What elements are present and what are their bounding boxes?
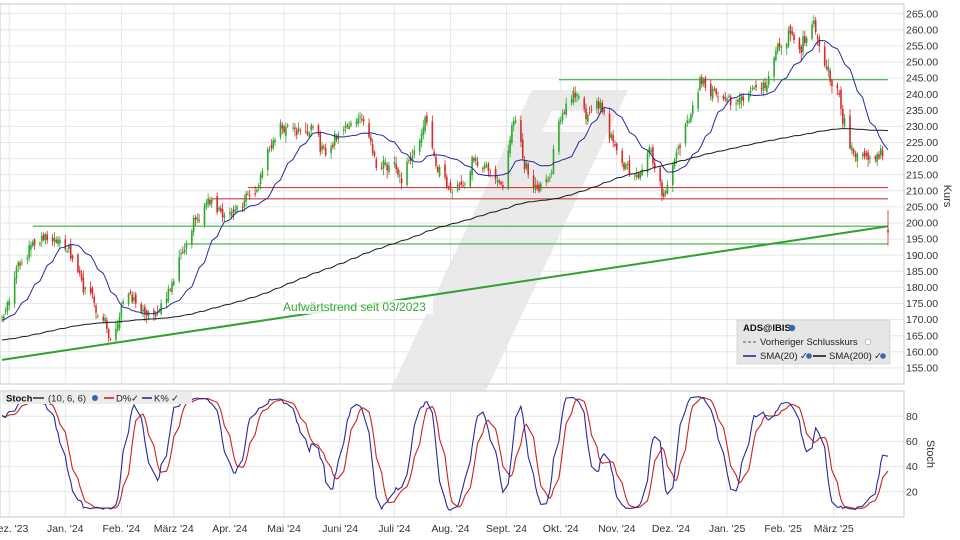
stoch-legend-d: D% bbox=[116, 394, 132, 405]
candle-up bbox=[203, 202, 206, 228]
trendline-label: Aufwärtstrend seit 03/2023 bbox=[283, 300, 426, 314]
price-tick-label: 200.00 bbox=[906, 218, 938, 230]
month-label: Juni '24 bbox=[322, 523, 358, 535]
legend-toggle-icon bbox=[864, 338, 872, 346]
price-tick-label: 240.00 bbox=[906, 89, 938, 101]
month-label: Nov. '24 bbox=[598, 523, 636, 535]
legend-item-prev-close: Vorheriger Schlusskurs bbox=[760, 337, 858, 348]
stoch-tick-label: 20 bbox=[906, 486, 918, 498]
month-label: Feb. '25 bbox=[764, 523, 802, 535]
month-label: Aug. '24 bbox=[431, 523, 469, 535]
month-label: Feb. '24 bbox=[103, 523, 141, 535]
candle-down bbox=[608, 108, 611, 143]
month-label: März '24 bbox=[154, 523, 194, 535]
price-tick-label: 220.00 bbox=[906, 153, 938, 165]
price-tick-label: 225.00 bbox=[906, 137, 938, 149]
price-tick-label: 175.00 bbox=[906, 298, 938, 310]
legend-settings-icon bbox=[806, 353, 812, 359]
stoch-title: Stoch bbox=[6, 394, 33, 405]
month-label: Sept. '24 bbox=[486, 523, 527, 535]
stoch-settings-icon bbox=[92, 395, 98, 401]
candle-down bbox=[319, 130, 322, 156]
month-label: Mai '24 bbox=[267, 523, 301, 535]
legend-title: ADS@IBIS bbox=[743, 323, 791, 334]
legend-item-sma20: SMA(20) bbox=[760, 351, 797, 362]
month-label: Jan. '24 bbox=[47, 523, 84, 535]
price-tick-label: 215.00 bbox=[906, 169, 938, 181]
month-axis: Dez. '23 Jan. '24 Feb. '24 März '24 Apr. '24… bbox=[0, 523, 854, 535]
stoch-params: (10, 6, 6) bbox=[48, 394, 86, 405]
stoch-panel: 20406080StochStoch (10, 6, 6) D% ✓ K% ✓ bbox=[0, 390, 936, 518]
price-tick-label: 230.00 bbox=[906, 121, 938, 133]
price-tick-label: 185.00 bbox=[906, 266, 938, 278]
price-tick-label: 210.00 bbox=[906, 185, 938, 197]
price-tick-label: 180.00 bbox=[906, 282, 938, 294]
candle-up bbox=[699, 75, 701, 92]
month-label: März '25 bbox=[814, 523, 854, 535]
stoch-tick-label: 80 bbox=[906, 411, 918, 423]
stoch-axis-title: Stoch bbox=[924, 440, 936, 468]
stoch-header: Stoch (10, 6, 6) D% ✓ K% ✓ bbox=[2, 392, 192, 405]
candle-down bbox=[77, 253, 79, 274]
month-label: Okt. '24 bbox=[543, 523, 579, 535]
candle-up bbox=[684, 122, 687, 147]
price-tick-label: 250.00 bbox=[906, 57, 938, 69]
stoch-legend-k: K% bbox=[154, 394, 169, 405]
price-tick-label: 195.00 bbox=[906, 234, 938, 246]
price-tick-label: 205.00 bbox=[906, 201, 938, 213]
price-tick-label: 190.00 bbox=[906, 250, 938, 262]
price-tick-label: 155.00 bbox=[906, 362, 938, 374]
month-label: Jan. '25 bbox=[709, 523, 746, 535]
candle-up bbox=[507, 144, 510, 191]
candle-up bbox=[558, 117, 560, 156]
month-label: Dez. '24 bbox=[652, 523, 690, 535]
price-tick-label: 165.00 bbox=[906, 330, 938, 342]
price-tick-label: 255.00 bbox=[906, 40, 938, 52]
month-label: Juli '24 bbox=[378, 523, 411, 535]
price-tick-label: 170.00 bbox=[906, 314, 938, 326]
chart-root: 155.00 160.00 165.00 170.00 175.00 180.00 185.… bbox=[0, 0, 960, 540]
price-tick-label: 245.00 bbox=[906, 73, 938, 85]
legend-box: ADS@IBISVorheriger SchlusskursSMA(20) ✓ SM… bbox=[736, 319, 891, 365]
price-axis-title: Kurs bbox=[941, 185, 953, 208]
stoch-check-icon: ✓ bbox=[171, 394, 179, 405]
legend-item-sma200: SMA(200) bbox=[829, 351, 872, 362]
candle-up bbox=[469, 169, 472, 189]
candle-up bbox=[406, 157, 408, 188]
watermark-logo-notch bbox=[542, 110, 600, 132]
price-tick-label: 160.00 bbox=[906, 346, 938, 358]
stoch-check-icon: ✓ bbox=[131, 394, 139, 405]
candle-up bbox=[127, 292, 130, 307]
candle-up bbox=[552, 145, 555, 175]
legend-info-icon bbox=[788, 324, 796, 332]
price-tick-label: 235.00 bbox=[906, 105, 938, 117]
stock-chart: 155.00 160.00 165.00 170.00 175.00 180.00 185.… bbox=[0, 3, 953, 535]
price-tick-label: 260.00 bbox=[906, 24, 938, 36]
stoch-tick-label: 40 bbox=[906, 461, 918, 473]
legend-settings-icon bbox=[880, 353, 886, 359]
price-tick-label: 265.00 bbox=[906, 8, 938, 20]
month-label: Dez. '23 bbox=[0, 523, 28, 535]
month-label: Apr. '24 bbox=[212, 523, 247, 535]
stoch-tick-label: 60 bbox=[906, 436, 918, 448]
stoch-panel-frame bbox=[0, 390, 905, 518]
